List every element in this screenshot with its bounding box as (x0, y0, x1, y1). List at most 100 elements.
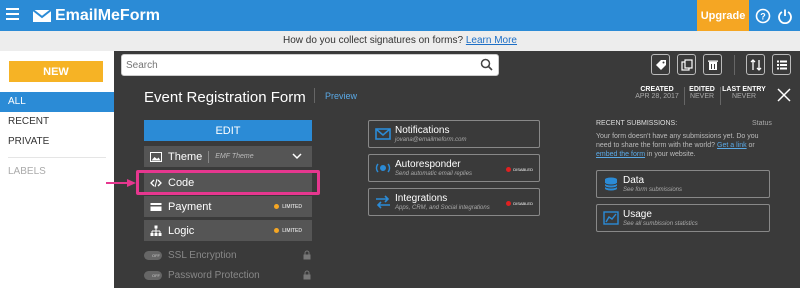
logic-badge-text: LIMITED (282, 227, 302, 234)
integrations-status-badge: DISABLED (506, 201, 533, 206)
autoresponder-desc: Send automatic email replies (395, 171, 473, 177)
integrations-card[interactable]: Integrations Apps, CRM, and Social integ… (368, 188, 540, 216)
credit-card-icon (150, 202, 162, 211)
edited-label: EDITED (689, 86, 715, 93)
meta-divider (720, 87, 721, 105)
limited-dot (274, 204, 280, 209)
logic-limited-badge: LIMITED (274, 228, 302, 234)
last-entry-value: NEVER (731, 93, 757, 100)
data-card[interactable]: Data See form submissions (596, 170, 770, 198)
toolbar-divider (734, 55, 735, 75)
chart-icon (603, 211, 619, 225)
trash-icon (707, 60, 718, 70)
autoresponder-status-badge: DISABLED (506, 167, 533, 172)
sort-button[interactable] (746, 54, 765, 75)
search-icon[interactable] (480, 58, 493, 71)
logic-row[interactable]: Logic LIMITED (144, 220, 312, 241)
upgrade-button[interactable]: Upgrade (697, 0, 749, 31)
toolbar (114, 51, 800, 80)
banner-text: How do you collect signatures on forms? (282, 35, 466, 46)
delete-button[interactable] (703, 54, 722, 75)
tag-button[interactable] (651, 54, 670, 75)
copy-icon (680, 58, 693, 71)
notifications-email: jovana@emailmeform.com (395, 137, 467, 143)
lock-icon (303, 270, 311, 280)
menu-icon[interactable] (6, 8, 19, 21)
new-form-button[interactable]: NEW (9, 61, 103, 82)
sidebar-item-all[interactable]: ALL (0, 92, 114, 112)
preview-link[interactable]: Preview (325, 91, 357, 101)
password-toggle[interactable]: OFF (144, 270, 162, 280)
tag-icon (655, 59, 666, 70)
payment-label: Payment (168, 200, 212, 213)
lock-icon (303, 250, 311, 260)
payment-badge-text: LIMITED (282, 203, 302, 210)
list-icon (776, 60, 787, 69)
image-icon (150, 151, 162, 162)
password-toggle-row: OFF Password Protection (144, 268, 324, 282)
chevron-down-icon[interactable] (292, 153, 302, 160)
edited-value: NEVER (689, 93, 715, 100)
sidebar-item-labels[interactable]: LABELS (0, 162, 114, 182)
logic-tree-icon (150, 225, 162, 236)
pointer-arrow-icon (106, 179, 136, 187)
mail-icon (375, 128, 391, 140)
ssl-toggle[interactable]: OFF (144, 250, 162, 260)
autoresponder-icon (375, 163, 391, 173)
notifications-card[interactable]: Notifications jovana@emailmeform.com (368, 120, 540, 148)
theme-label: Theme (168, 150, 203, 163)
ssl-toggle-row: OFF SSL Encryption (144, 248, 324, 262)
recent-submissions-label: RECENT SUBMISSIONS: (596, 120, 678, 127)
get-link-link[interactable]: Get a link (717, 142, 747, 149)
last-entry-meta: LAST ENTRY NEVER (722, 86, 766, 100)
empty-text-c: in your website. (645, 151, 696, 158)
theme-row[interactable]: Theme EMF Theme (144, 146, 312, 167)
database-icon (604, 177, 618, 191)
title-divider (314, 88, 315, 103)
data-title: Data (623, 175, 645, 186)
svg-text:?: ? (760, 12, 766, 22)
empty-text-b: or (746, 142, 755, 149)
data-desc: See form submissions (623, 187, 683, 193)
password-toggle-state: OFF (152, 272, 160, 278)
meta-divider (684, 87, 685, 105)
autoresponder-status: DISABLED (513, 167, 533, 172)
sidebar-item-private[interactable]: PRIVATE (0, 132, 114, 152)
password-label: Password Protection (168, 269, 260, 281)
info-banner: How do you collect signatures on forms? … (0, 31, 800, 51)
sidebar-divider (8, 157, 106, 158)
ssl-label: SSL Encryption (168, 249, 237, 261)
envelope-logo-icon (32, 9, 52, 22)
created-label: CREATED (640, 86, 674, 93)
last-entry-label: LAST ENTRY (722, 86, 766, 93)
learn-more-link[interactable]: Learn More (466, 35, 517, 46)
embed-form-link[interactable]: embed the form (596, 151, 645, 158)
disabled-dot (506, 167, 512, 172)
autoresponder-title: Autoresponder (395, 159, 461, 170)
sidebar-item-recent[interactable]: RECENT (0, 112, 114, 132)
help-icon[interactable]: ? (755, 8, 771, 24)
logo-text: EmailMeForm (55, 7, 160, 24)
close-icon[interactable] (776, 87, 792, 103)
theme-divider (208, 150, 210, 163)
sidebar: NEW ALL RECENT PRIVATE LABELS (0, 51, 114, 288)
disabled-dot (506, 201, 512, 206)
edit-button[interactable]: EDIT (144, 120, 312, 141)
logic-label: Logic (168, 224, 195, 237)
logo[interactable]: EmailMeForm (32, 6, 160, 26)
top-bar: EmailMeForm Upgrade ? (0, 0, 800, 31)
payment-limited-badge: LIMITED (274, 204, 302, 210)
submissions-empty-text: Your form doesn't have any submissions y… (596, 132, 772, 159)
usage-card[interactable]: Usage See all sumbission statistics (596, 204, 770, 232)
autoresponder-card[interactable]: Autoresponder Send automatic email repli… (368, 154, 540, 182)
ssl-toggle-state: OFF (152, 252, 160, 258)
code-highlight-box (136, 170, 320, 195)
duplicate-button[interactable] (677, 54, 696, 75)
payment-row[interactable]: Payment LIMITED (144, 196, 312, 217)
power-icon[interactable] (777, 8, 793, 24)
integrations-title: Integrations (395, 193, 448, 204)
status-label: Status (752, 120, 772, 127)
notifications-title: Notifications (395, 125, 450, 136)
list-view-button[interactable] (772, 54, 791, 75)
search-input[interactable] (121, 54, 499, 76)
